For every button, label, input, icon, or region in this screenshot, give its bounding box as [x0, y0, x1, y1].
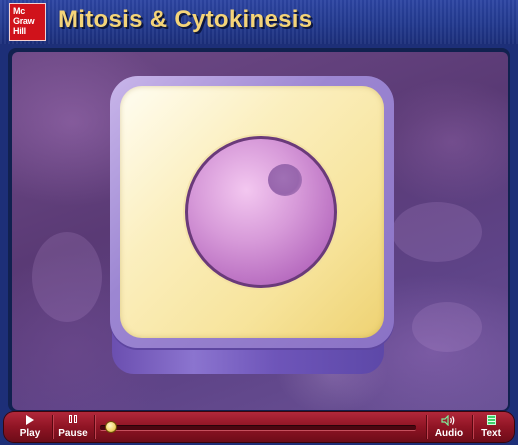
audio-button[interactable]: Audio — [429, 412, 469, 442]
play-button[interactable]: Play — [10, 412, 50, 442]
logo-line-2: Graw — [13, 16, 35, 26]
pause-button[interactable]: Pause — [54, 412, 92, 442]
logo-line-1: Mc — [13, 6, 25, 16]
app-title: Mitosis & Cytokinesis — [58, 6, 313, 33]
play-label: Play — [19, 428, 41, 439]
text-label: Text — [481, 428, 501, 439]
progress-slider-handle[interactable] — [105, 421, 117, 433]
title-bar: Mc Graw Hill Mitosis & Cytokinesis — [0, 0, 518, 44]
mcgraw-hill-logo: Mc Graw Hill — [9, 3, 46, 41]
play-icon — [26, 415, 34, 426]
progress-track[interactable] — [100, 425, 416, 431]
speaker-icon — [441, 414, 455, 426]
divider — [94, 415, 95, 439]
background-blob — [412, 302, 482, 352]
logo-line-3: Hill — [13, 26, 26, 36]
background-blob — [392, 202, 482, 262]
pause-label: Pause — [58, 428, 88, 439]
divider — [426, 415, 427, 439]
text-icon — [486, 415, 496, 426]
divider — [52, 415, 53, 439]
audio-label: Audio — [434, 428, 464, 439]
cell-nucleus — [185, 136, 337, 288]
playback-control-bar: Play Pause Audio Text — [4, 412, 514, 442]
nucleolus — [268, 164, 302, 196]
background-blob — [32, 232, 102, 322]
divider — [472, 415, 473, 439]
text-button[interactable]: Text — [474, 412, 508, 442]
pause-icon — [68, 414, 78, 428]
